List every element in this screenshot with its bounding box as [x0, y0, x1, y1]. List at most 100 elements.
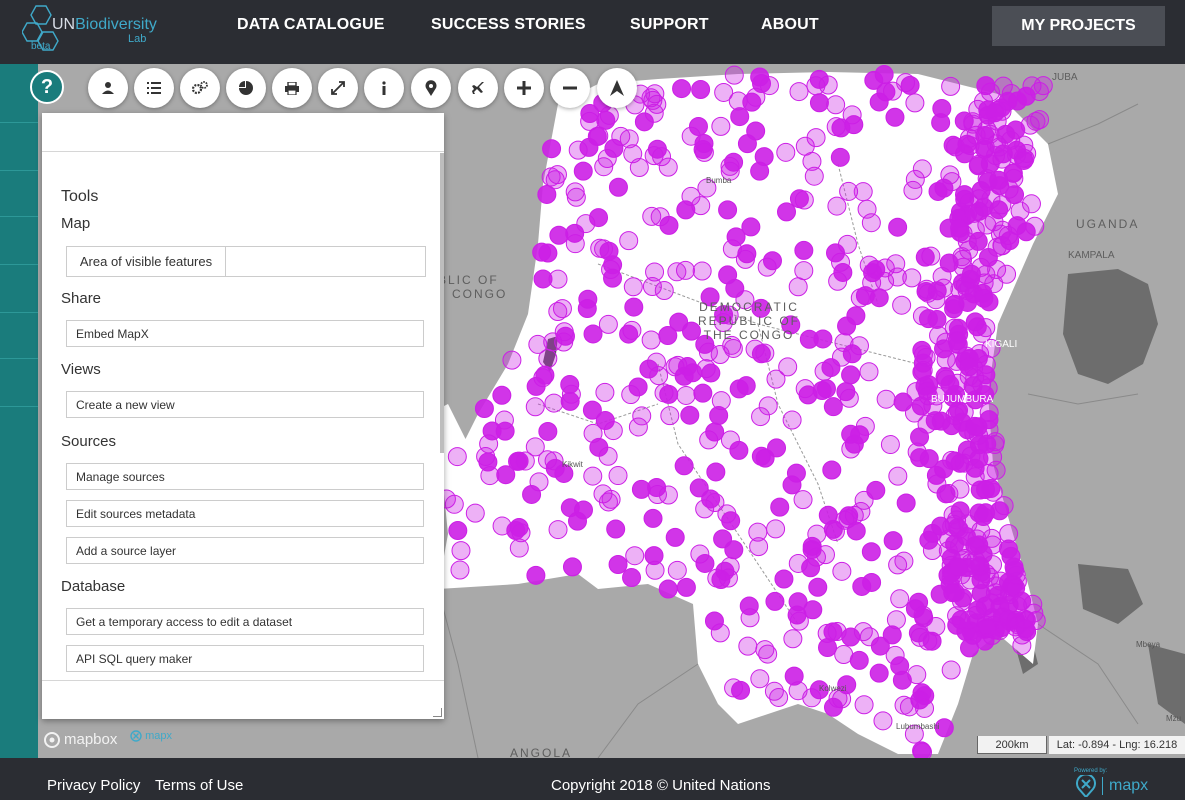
occurrence-point [917, 414, 937, 434]
occurrence-point [595, 382, 615, 402]
occurrence-point [643, 508, 663, 528]
occurrence-point [809, 93, 829, 113]
occurrence-point [660, 406, 680, 426]
occurrence-point [544, 393, 564, 413]
nav-data-catalogue[interactable]: DATA CATALOGUE [237, 16, 385, 34]
occurrence-point [451, 541, 471, 561]
occurrence-point [942, 416, 962, 436]
temporary-access-button[interactable]: Get a temporary access to edit a dataset [66, 608, 424, 635]
my-projects-button[interactable]: MY PROJECTS [992, 6, 1165, 46]
panel-scrollbar[interactable] [440, 153, 444, 453]
rail-divider [0, 406, 38, 407]
occurrence-point [711, 391, 731, 411]
occurrence-point [667, 560, 687, 580]
occurrence-point [494, 410, 514, 430]
occurrence-point [786, 463, 806, 483]
rail-divider [0, 312, 38, 313]
views-list-button[interactable] [134, 68, 174, 108]
nav-about[interactable]: ABOUT [761, 16, 819, 34]
fly-to-button[interactable] [458, 68, 498, 108]
occurrence-point [776, 202, 796, 222]
occurrence-point [789, 82, 809, 102]
occurrence-point [641, 330, 661, 350]
label-drc-line2: REPUBLIC OF [698, 314, 801, 328]
user-button[interactable] [88, 68, 128, 108]
occurrence-point [606, 519, 626, 539]
pie-chart-icon [239, 81, 253, 95]
occurrence-point [885, 107, 905, 127]
manage-sources-button[interactable]: Manage sources [66, 463, 424, 490]
occurrence-point [986, 576, 1006, 596]
embed-mapx-button[interactable]: Embed MapX [66, 320, 424, 347]
occurrence-point [1000, 231, 1020, 251]
occurrence-point [736, 376, 756, 396]
label-drc-line1: DEMOCRATIC [699, 300, 799, 314]
mapx-attribution[interactable]: mapx [130, 730, 172, 742]
label-lubumbashi: Lubumbashi [896, 722, 940, 731]
tools-panel: Tools Map Area of visible features Share… [42, 113, 444, 719]
occurrence-point [583, 324, 603, 344]
add-source-layer-button[interactable]: Add a source layer [66, 537, 424, 564]
mapbox-attribution[interactable]: mapbox [44, 731, 117, 748]
occurrence-point [822, 460, 842, 480]
occurrence-point [674, 456, 694, 476]
print-button[interactable] [272, 68, 312, 108]
occurrence-point [724, 65, 744, 85]
occurrence-point [823, 397, 843, 417]
create-view-button[interactable]: Create a new view [66, 391, 424, 418]
occurrence-point [506, 521, 526, 541]
occurrence-point [737, 244, 757, 264]
zoom-in-button[interactable] [504, 68, 544, 108]
help-button[interactable]: ? [30, 70, 64, 104]
fullscreen-button[interactable] [318, 68, 358, 108]
privacy-policy-link[interactable]: Privacy Policy [47, 777, 140, 794]
tools-button[interactable] [180, 68, 220, 108]
label-congo-line2: CONGO [452, 287, 508, 301]
zoom-in-icon [517, 81, 531, 95]
occurrence-point [850, 288, 870, 308]
occurrence-point [601, 260, 621, 280]
occurrence-point [975, 126, 995, 146]
zoom-out-button[interactable] [550, 68, 590, 108]
occurrence-point [724, 678, 744, 698]
section-sources: Sources [61, 433, 117, 450]
occurrence-point [608, 466, 628, 486]
label-bumba: Bumba [706, 176, 732, 185]
top-navigation-bar: UNBiodiversity Lab beta DATA CATALOGUE S… [0, 0, 1185, 64]
label-congo-line1: BLIC OF [438, 273, 499, 287]
occurrence-point [787, 605, 807, 625]
occurrence-point [807, 524, 827, 544]
occurrence-point [737, 134, 757, 154]
powered-by-mapx-logo[interactable]: mapx [1076, 775, 1148, 797]
nav-support[interactable]: SUPPORT [630, 16, 709, 34]
occurrence-point [729, 440, 749, 460]
unbl-logo[interactable]: UNBiodiversity Lab beta [22, 4, 162, 54]
occurrence-point [978, 100, 998, 120]
geolocate-button[interactable] [411, 68, 451, 108]
page-footer: Privacy Policy Terms of Use Copyright 20… [0, 758, 1185, 800]
lat-lng-readout: Lat: -0.894 - Lng: 16.218 [1049, 736, 1185, 754]
terms-of-use-link[interactable]: Terms of Use [155, 777, 243, 794]
north-reset-button[interactable] [597, 68, 637, 108]
occurrence-point [718, 200, 738, 220]
occurrence-point [680, 405, 700, 425]
occurrence-point [850, 425, 870, 445]
occurrence-point [834, 333, 854, 353]
occurrence-point [752, 74, 772, 94]
occurrence-point [1017, 143, 1037, 163]
occurrence-point [776, 142, 796, 162]
panel-footer [42, 680, 444, 719]
nav-success-stories[interactable]: SUCCESS STORIES [431, 16, 586, 34]
map-marker-icon [425, 80, 437, 96]
edit-sources-metadata-button[interactable]: Edit sources metadata [66, 500, 424, 527]
sql-query-maker-button[interactable]: API SQL query maker [66, 645, 424, 672]
panel-resize-handle[interactable] [433, 708, 442, 717]
occurrence-point [955, 276, 975, 296]
dashboard-button[interactable] [226, 68, 266, 108]
occurrence-point [883, 531, 903, 551]
info-button[interactable] [364, 68, 404, 108]
occurrence-point [619, 231, 639, 251]
occurrence-point [711, 570, 731, 590]
area-visible-features-button[interactable]: Area of visible features [66, 246, 226, 277]
occurrence-point [861, 542, 881, 562]
